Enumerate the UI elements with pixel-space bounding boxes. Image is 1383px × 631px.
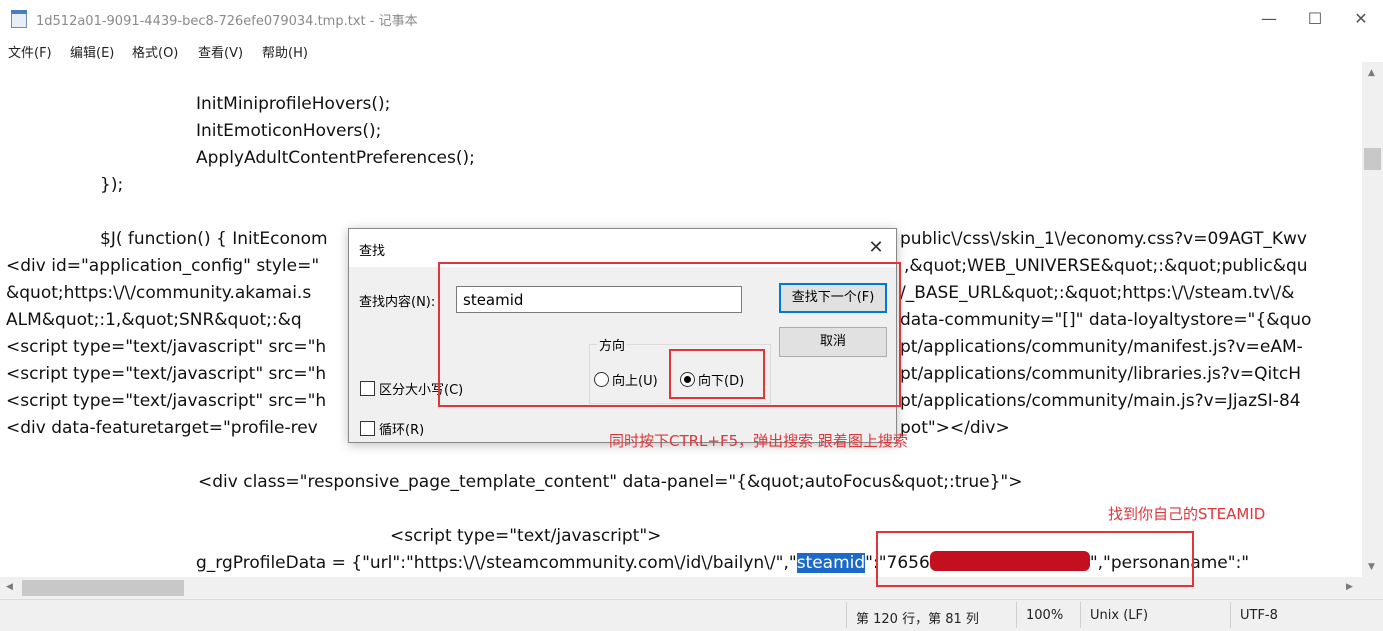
- annotation-note-search: 同时按下CTRL+F5，弹出搜索 跟着图上搜索: [609, 432, 908, 450]
- code-line-right: pt/applications/community/main.js?v=Jjaz…: [900, 391, 1301, 411]
- code-line: <div id="application_config" style=": [6, 256, 320, 276]
- status-divider: [1230, 602, 1231, 628]
- code-line: <script type="text/javascript" src="h: [6, 337, 327, 357]
- match-case-checkbox[interactable]: [360, 381, 375, 396]
- code-line: <div data-featuretarget="profile-rev: [6, 418, 318, 438]
- title-bar: 1d512a01-9091-4439-bec8-726efe079034.tmp…: [0, 0, 1383, 38]
- vertical-scroll-thumb[interactable]: [1364, 148, 1381, 170]
- window-title: 1d512a01-9091-4439-bec8-726efe079034.tmp…: [36, 14, 418, 29]
- annotation-note-steamid: 找到你自己的STEAMID: [1108, 505, 1266, 523]
- menu-bar: 文件(F) 编辑(E) 格式(O) 查看(V) 帮助(H): [0, 38, 1383, 63]
- close-button[interactable]: ✕: [1338, 0, 1383, 38]
- status-divider: [846, 602, 847, 628]
- dialog-close-icon[interactable]: ✕: [862, 235, 890, 261]
- status-divider: [1080, 602, 1081, 628]
- scroll-down-arrow-icon[interactable]: ▼: [1368, 562, 1375, 572]
- vertical-scrollbar[interactable]: ▲ ▼: [1362, 62, 1383, 577]
- menu-format[interactable]: 格式(O): [132, 42, 178, 61]
- find-what-label: 查找内容(N):: [359, 295, 436, 310]
- encoding: UTF-8: [1240, 608, 1278, 623]
- code-line: InitEmoticonHovers();: [196, 121, 382, 141]
- dialog-title: 查找: [359, 244, 386, 259]
- code-line-right: ,&quot;WEB_UNIVERSE&quot;:&quot;public&q…: [904, 256, 1308, 276]
- scrollbar-corner: [1362, 577, 1383, 599]
- wrap-checkbox[interactable]: [360, 421, 375, 436]
- zoom-level: 100%: [1026, 608, 1064, 623]
- code-line: ALM&quot;:1,&quot;SNR&quot;:&q: [6, 310, 302, 330]
- code-line: $J( function() { InitEconom: [100, 229, 328, 249]
- annotation-box-direction: [669, 349, 765, 399]
- code-line-right: public\/css\/skin_1\/economy.css?v=09AGT…: [900, 229, 1307, 249]
- wrap-label[interactable]: 循环(R): [379, 419, 424, 438]
- code-line: ApplyAdultContentPreferences();: [196, 148, 475, 168]
- code-line: &quot;https:\/\/community.akamai.s: [6, 283, 312, 303]
- menu-view[interactable]: 查看(V): [198, 42, 243, 61]
- scroll-left-arrow-icon[interactable]: ◀: [6, 582, 13, 592]
- code-line-right: data-community="[]" data-loyaltystore="{…: [900, 310, 1312, 330]
- status-divider: [1016, 602, 1017, 628]
- horizontal-scroll-thumb[interactable]: [22, 580, 184, 596]
- notepad-icon: [11, 10, 27, 28]
- menu-file[interactable]: 文件(F): [8, 42, 52, 61]
- maximize-button[interactable]: ☐: [1292, 0, 1338, 38]
- code-line-right: pt/applications/community/libraries.js?v…: [900, 364, 1302, 384]
- code-line-right: /_BASE_URL&quot;:&quot;https:\/\/steam.t…: [900, 283, 1295, 303]
- line-ending: Unix (LF): [1090, 608, 1149, 623]
- status-bar: 第 120 行，第 81 列 100% Unix (LF) UTF-8: [0, 599, 1383, 631]
- code-line: InitMiniprofileHovers();: [196, 94, 391, 114]
- minimize-button[interactable]: —: [1246, 0, 1292, 38]
- search-match-highlight: steamid: [796, 553, 866, 573]
- annotation-box-steamid: [876, 531, 1194, 587]
- code-line-right: pt/applications/community/manifest.js?v=…: [900, 337, 1303, 357]
- scroll-up-arrow-icon[interactable]: ▲: [1368, 68, 1375, 78]
- code-line: <div class="responsive_page_template_con…: [198, 472, 1023, 492]
- menu-help[interactable]: 帮助(H): [262, 42, 308, 61]
- code-prefix: g_rgProfileData = {"url":"https:\/\/stea…: [196, 553, 797, 573]
- menu-edit[interactable]: 编辑(E): [70, 42, 114, 61]
- code-line-right: pot"></div>: [900, 418, 1010, 438]
- code-line: <script type="text/javascript" src="h: [6, 364, 327, 384]
- code-line: <script type="text/javascript">: [390, 526, 662, 546]
- code-line: });: [100, 175, 124, 195]
- code-line: <script type="text/javascript" src="h: [6, 391, 327, 411]
- scroll-right-arrow-icon[interactable]: ▶: [1346, 582, 1353, 592]
- cursor-position: 第 120 行，第 81 列: [856, 612, 979, 627]
